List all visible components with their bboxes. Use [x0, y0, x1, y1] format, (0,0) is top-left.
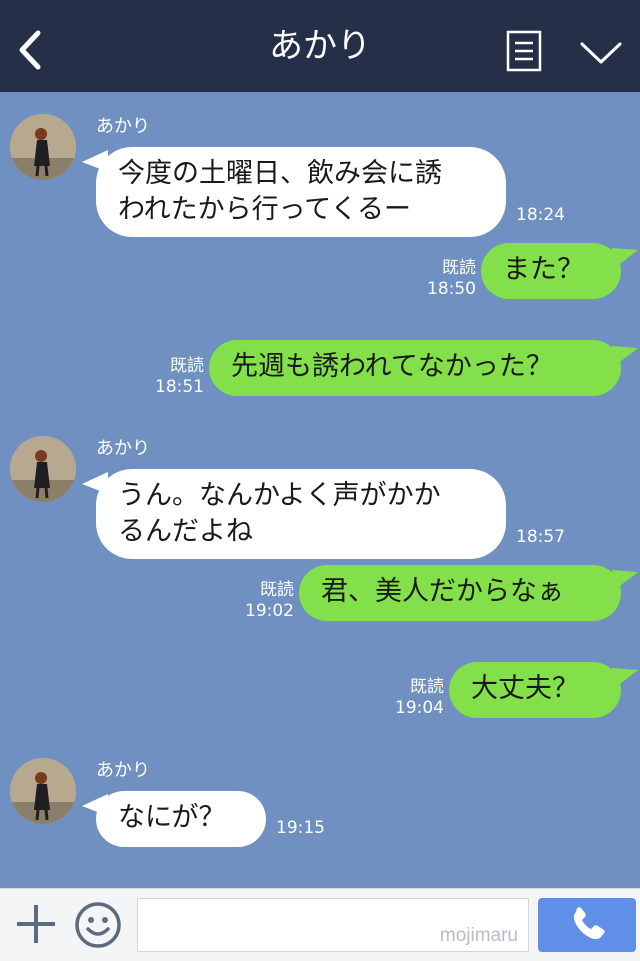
emoji-button[interactable] — [73, 900, 123, 950]
read-status: 既読 — [170, 356, 204, 376]
message-meta: 既読 18:51 — [152, 356, 204, 398]
input-bar: mojimaru — [0, 888, 640, 961]
read-status: 既読 — [442, 258, 476, 278]
avatar[interactable] — [10, 758, 76, 824]
message-meta: 既読 18:50 — [424, 258, 476, 300]
message-bubble[interactable]: 大丈夫？ — [449, 662, 621, 718]
read-status: 既読 — [260, 580, 294, 600]
message-bubble[interactable]: なにが？ — [96, 791, 266, 847]
message-bubble[interactable]: また？ — [481, 243, 621, 299]
emoji-icon — [75, 902, 121, 948]
message-bubble[interactable]: 先週も誘われてなかった？ — [209, 340, 621, 396]
message-time: 19:04 — [395, 698, 444, 718]
message-meta: 既読 19:02 — [242, 580, 294, 622]
avatar-photo-icon — [10, 758, 76, 824]
message-meta: 既読 19:04 — [392, 677, 444, 719]
add-button[interactable] — [14, 902, 58, 946]
bubble-tail — [612, 570, 638, 592]
menu-list-icon — [506, 30, 542, 72]
message-input-box: mojimaru — [137, 898, 529, 952]
bubble-tail — [612, 668, 638, 690]
avatar[interactable] — [10, 114, 76, 180]
avatar-photo-icon — [10, 436, 76, 502]
sender-name: あかり — [96, 760, 150, 781]
menu-button[interactable] — [506, 30, 542, 72]
message-bubble[interactable]: うん。なんかよく声がかか るんだよね — [96, 469, 506, 559]
call-button[interactable] — [538, 898, 636, 952]
sender-name: あかり — [96, 116, 150, 137]
message-time: 19:02 — [245, 601, 294, 621]
chat-title: あかり — [269, 26, 371, 66]
message-bubble[interactable]: 今度の土曜日、飲み会に誘 われたから行ってくるー — [96, 147, 506, 237]
message-time: 18:50 — [427, 279, 476, 299]
chat-header: あかり — [0, 0, 640, 92]
read-status: 既読 — [410, 677, 444, 697]
message-bubble[interactable]: 君、美人だからなぁ — [299, 565, 621, 621]
message-input[interactable] — [138, 899, 528, 951]
bubble-tail — [612, 248, 638, 270]
message-time: 18:57 — [516, 527, 565, 547]
chat-area[interactable]: あかり 今度の土曜日、飲み会に誘 われたから行ってくるー 18:24 既読 18… — [0, 92, 640, 888]
message-time: 18:24 — [516, 205, 565, 225]
phone-icon — [573, 907, 605, 940]
dropdown-button[interactable] — [580, 40, 622, 66]
message-time: 18:51 — [155, 377, 204, 397]
bubble-tail — [612, 346, 638, 368]
avatar-photo-icon — [10, 114, 76, 180]
plus-icon — [17, 905, 55, 943]
avatar[interactable] — [10, 436, 76, 502]
chevron-down-icon — [580, 42, 622, 64]
message-time: 19:15 — [276, 818, 325, 838]
sender-name: あかり — [96, 438, 150, 459]
